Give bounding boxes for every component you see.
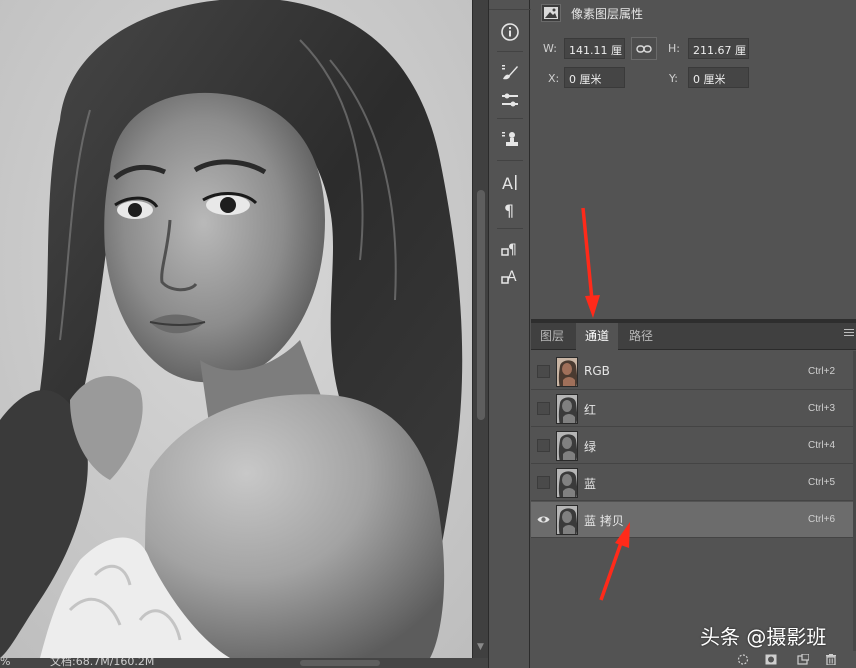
channel-shortcut: Ctrl+4: [808, 440, 835, 451]
horizontal-scrollbar-thumb[interactable]: [300, 660, 380, 666]
brush-settings-icon[interactable]: [498, 60, 522, 84]
strip-divider: [497, 228, 523, 229]
svg-text:¶: ¶: [504, 201, 514, 219]
channel-thumbnail: [556, 505, 578, 535]
link-dimensions-button[interactable]: [631, 37, 657, 60]
strip-divider: [497, 51, 523, 52]
visibility-toggle[interactable]: [537, 476, 550, 489]
visibility-toggle[interactable]: [537, 365, 550, 378]
character-icon[interactable]: A: [498, 170, 522, 194]
channel-shortcut: Ctrl+2: [808, 366, 835, 377]
svg-text:A: A: [507, 269, 517, 285]
status-bar: % 文档:68.7M/160.2M: [0, 658, 488, 668]
watermark: 头条 @摄影班: [700, 625, 827, 649]
scrollbar-thumb[interactable]: [477, 190, 485, 420]
x-field[interactable]: 0 厘米: [564, 67, 625, 88]
height-field[interactable]: 211.67 厘: [688, 38, 749, 59]
channel-name: 红: [584, 403, 597, 417]
width-label: W:: [543, 42, 557, 55]
canvas-vertical-scrollbar[interactable]: ▼: [472, 0, 488, 658]
channel-row[interactable]: 蓝 拷贝 Ctrl+6: [531, 502, 853, 538]
delete-icon[interactable]: [825, 654, 837, 665]
document-size-info: 文档:68.7M/160.2M: [50, 658, 155, 668]
visibility-toggle[interactable]: [537, 439, 550, 452]
panel-icon-strip: A ¶ ¶ A: [488, 0, 531, 668]
svg-text:¶: ¶: [508, 242, 517, 258]
save-selection-icon[interactable]: [765, 654, 777, 665]
y-field[interactable]: 0 厘米: [688, 67, 749, 88]
portrait-photo: [0, 0, 472, 658]
strip-divider: [497, 118, 523, 119]
paragraph-icon[interactable]: ¶: [498, 197, 522, 221]
channel-name: 蓝 拷贝: [584, 514, 624, 528]
channel-name: 蓝: [584, 477, 597, 491]
scroll-down-icon[interactable]: ▼: [477, 642, 484, 652]
zoom-level[interactable]: %: [0, 658, 10, 667]
channel-row[interactable]: 红 Ctrl+3: [531, 391, 853, 427]
strip-handle[interactable]: [489, 0, 531, 10]
channel-thumbnail: [556, 431, 578, 461]
channel-shortcut: Ctrl+5: [808, 477, 835, 488]
tab-channels[interactable]: 通道: [576, 323, 619, 350]
panel-menu-icon[interactable]: [844, 329, 854, 339]
svg-text:A: A: [502, 174, 513, 192]
clone-source-icon[interactable]: [498, 127, 522, 151]
tab-layers[interactable]: 图层: [531, 323, 573, 350]
height-label: H:: [668, 42, 680, 55]
load-selection-icon[interactable]: [737, 654, 749, 665]
width-field[interactable]: 141.11 厘: [564, 38, 625, 59]
channels-footer: [531, 651, 856, 668]
channel-shortcut: Ctrl+6: [808, 514, 835, 525]
info-icon[interactable]: [498, 20, 522, 44]
properties-panel: 像素图层属性 W: 141.11 厘 H: 211.67 厘 X: 0 厘米 Y…: [531, 0, 856, 322]
y-label: Y:: [669, 72, 678, 85]
document-canvas[interactable]: [0, 0, 472, 658]
visibility-toggle[interactable]: [537, 402, 550, 415]
pixel-layer-icon: [541, 4, 561, 22]
paragraph-styles-icon[interactable]: ¶: [498, 237, 522, 261]
channel-row[interactable]: 绿 Ctrl+4: [531, 428, 853, 464]
channel-shortcut: Ctrl+3: [808, 403, 835, 414]
eye-icon[interactable]: [537, 513, 550, 526]
channel-name: 绿: [584, 440, 597, 454]
adjustments-icon[interactable]: [498, 88, 522, 112]
channels-tabs: 图层 通道 路径: [531, 323, 856, 350]
properties-title: 像素图层属性: [571, 7, 644, 21]
channel-row[interactable]: 蓝 Ctrl+5: [531, 465, 853, 501]
properties-header: 像素图层属性: [531, 0, 856, 26]
channel-thumbnail: [556, 468, 578, 498]
channel-thumbnail: [556, 394, 578, 424]
new-channel-icon[interactable]: [797, 654, 809, 665]
channels-list: RGB Ctrl+2 红 Ctrl+3 绿 Ctrl+4 蓝 Ctrl+5 蓝 拷贝 Ctrl+6: [531, 351, 856, 651]
channel-row[interactable]: RGB Ctrl+2: [531, 354, 853, 390]
character-styles-icon[interactable]: A: [498, 264, 522, 288]
strip-divider: [497, 160, 523, 161]
x-label: X:: [548, 72, 560, 85]
chain-link-icon: [636, 44, 652, 53]
channel-thumbnail: [556, 357, 578, 387]
channel-name: RGB: [584, 364, 610, 378]
tab-paths[interactable]: 路径: [620, 323, 662, 350]
